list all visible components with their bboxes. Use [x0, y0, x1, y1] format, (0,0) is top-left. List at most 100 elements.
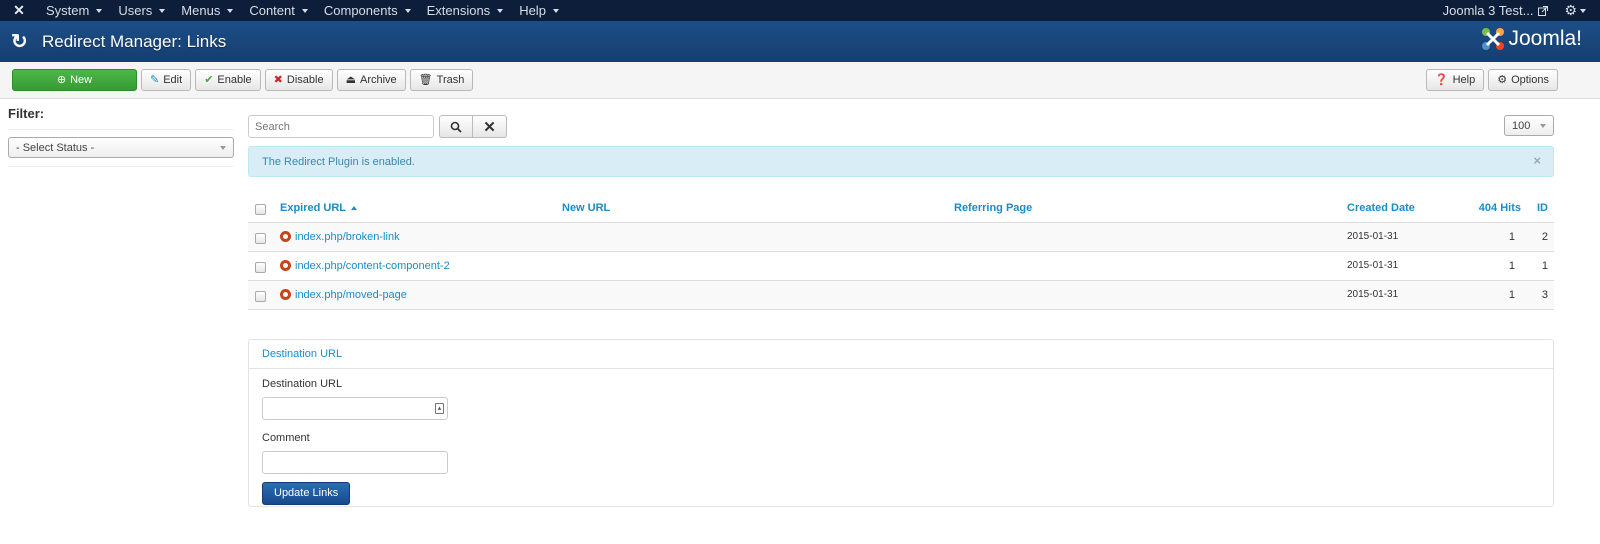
page-title: Redirect Manager: Links	[42, 31, 227, 51]
joomla-brand-logo: Joomla!	[1481, 27, 1582, 51]
menu-help[interactable]: Help	[511, 3, 567, 18]
status-filter-select[interactable]: - Select Status -	[8, 137, 234, 158]
referring-page-cell	[954, 222, 1347, 252]
info-alert: The Redirect Plugin is enabled. ×	[248, 146, 1554, 177]
menu-system[interactable]: System	[38, 3, 110, 18]
help-button[interactable]: ❓ Help	[1425, 69, 1485, 91]
hits-cell: 1	[1457, 251, 1521, 281]
external-link-icon	[1538, 5, 1549, 16]
disable-button[interactable]: ✖ Disable	[264, 69, 333, 91]
site-name: Joomla 3 Test...	[1442, 3, 1534, 18]
created-date-cell: 2015-01-31	[1347, 280, 1457, 310]
row-checkbox[interactable]	[255, 262, 266, 273]
menu-label: Menus	[181, 3, 221, 18]
menu-users[interactable]: Users	[110, 3, 173, 18]
column-referring-page[interactable]: Referring Page	[954, 194, 1347, 223]
expired-url-link[interactable]: index.php/content-component-2	[295, 260, 450, 272]
expired-url-cell: index.php/moved-page	[280, 280, 562, 310]
toolbar: ⊕ New ✎ Edit ✔ Enable ✖ Disable ⏏ Archive 🗑 Tr…	[0, 62, 1600, 99]
gear-icon: ⚙	[1497, 73, 1508, 86]
button-label: Enable	[217, 74, 252, 86]
hits-cell: 1	[1457, 222, 1521, 252]
destination-url-input[interactable]: ▴	[262, 396, 448, 420]
caret-down-icon	[1580, 8, 1586, 13]
created-date-cell: 2015-01-31	[1347, 222, 1457, 252]
unpublished-status-icon[interactable]	[280, 260, 291, 272]
caret-down-icon	[301, 8, 308, 13]
question-circle-icon: ❓	[1434, 73, 1449, 86]
caret-down-icon	[227, 8, 234, 13]
expired-url-cell: index.php/broken-link	[280, 222, 562, 252]
plus-circle-icon: ⊕	[56, 73, 67, 86]
table-row: index.php/moved-page 2015-01-31 1 3	[248, 280, 1554, 310]
unpublished-status-icon[interactable]	[280, 231, 291, 243]
column-id[interactable]: ID	[1521, 194, 1554, 223]
select-value: 100	[1512, 119, 1531, 132]
options-button[interactable]: ⚙ Options	[1488, 69, 1558, 91]
select-all-cell	[248, 194, 280, 223]
caret-down-icon	[1540, 123, 1546, 128]
comment-label: Comment	[262, 431, 310, 444]
column-label: ID	[1537, 201, 1548, 214]
list-limit-select[interactable]: 100	[1504, 115, 1554, 136]
menu-label: System	[46, 3, 90, 18]
search-button[interactable]	[439, 115, 473, 138]
new-url-cell	[562, 280, 954, 310]
cancel-circle-icon: ✖	[273, 73, 283, 86]
check-icon: ✔	[204, 73, 214, 86]
column-new-url[interactable]: New URL	[562, 194, 954, 223]
column-created-date[interactable]: Created Date	[1347, 194, 1457, 223]
new-url-cell	[562, 251, 954, 281]
comment-input[interactable]	[262, 450, 448, 474]
column-label: 404 Hits	[1478, 201, 1521, 214]
filter-sidebar: Filter: - Select Status -	[8, 106, 234, 167]
menu-label: Components	[323, 3, 398, 18]
select-all-checkbox[interactable]	[255, 204, 266, 216]
joomla-icon[interactable]: ✕	[0, 2, 38, 19]
menu-menus[interactable]: Menus	[173, 3, 241, 18]
trash-icon: 🗑	[418, 73, 433, 86]
column-label: Expired URL	[280, 201, 347, 214]
trash-button[interactable]: 🗑 Trash	[409, 69, 474, 91]
enable-button[interactable]: ✔ Enable	[195, 69, 261, 91]
column-label: Created Date	[1347, 201, 1415, 214]
menu-components[interactable]: Components	[316, 3, 419, 18]
close-icon[interactable]: ×	[1533, 153, 1541, 168]
row-select-cell	[248, 222, 280, 252]
new-button[interactable]: ⊕ New	[12, 69, 137, 91]
row-checkbox[interactable]	[255, 233, 266, 244]
site-link[interactable]: Joomla 3 Test...	[1443, 3, 1565, 18]
expired-url-link[interactable]: index.php/moved-page	[295, 289, 407, 301]
created-date-cell: 2015-01-31	[1347, 251, 1457, 281]
row-select-cell	[248, 280, 280, 310]
edit-icon: ✎	[150, 73, 160, 86]
row-select-cell	[248, 251, 280, 281]
search-bar: ✕ 100	[248, 115, 1554, 138]
column-404-hits[interactable]: 404 Hits	[1457, 194, 1521, 223]
menu-extensions[interactable]: Extensions	[419, 3, 512, 18]
panel-title: Destination URL	[249, 340, 1553, 369]
id-cell: 3	[1521, 280, 1554, 310]
search-input[interactable]	[248, 115, 434, 138]
caret-down-icon	[497, 8, 504, 13]
update-links-button[interactable]: Update Links	[262, 481, 351, 505]
table-row: index.php/broken-link 2015-01-31 1 2	[248, 222, 1554, 252]
menu-label: Users	[118, 3, 153, 18]
expired-url-link[interactable]: index.php/broken-link	[295, 231, 400, 243]
button-label: Options	[1511, 74, 1549, 86]
table-header-row: Expired URL New URL Referring Page Creat…	[248, 194, 1554, 223]
redirect-links-table: Expired URL New URL Referring Page Creat…	[248, 194, 1554, 310]
button-label: Disable	[286, 74, 324, 86]
unpublished-status-icon[interactable]	[280, 289, 291, 301]
table-row: index.php/content-component-2 2015-01-31…	[248, 251, 1554, 281]
referring-page-cell	[954, 251, 1347, 281]
edit-button[interactable]: ✎ Edit	[141, 69, 192, 91]
row-checkbox[interactable]	[255, 291, 266, 302]
menu-content[interactable]: Content	[241, 3, 316, 18]
column-expired-url[interactable]: Expired URL	[280, 194, 562, 223]
caret-down-icon	[404, 8, 411, 13]
clear-search-button[interactable]: ✕	[473, 115, 507, 138]
user-settings-menu[interactable]: ⚙	[1564, 2, 1600, 19]
button-label: Edit	[163, 74, 183, 86]
archive-button[interactable]: ⏏ Archive	[336, 69, 406, 91]
